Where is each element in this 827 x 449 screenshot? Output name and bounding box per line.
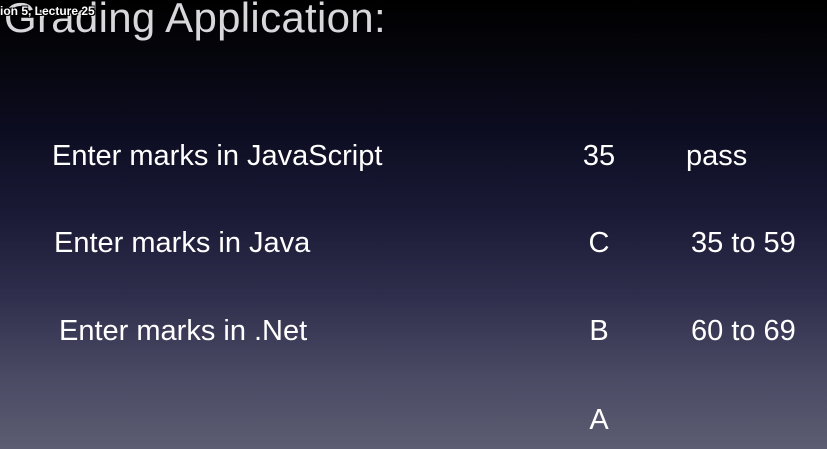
row-2-value: C (588, 227, 610, 259)
row-1-value: 35 (582, 140, 616, 172)
lecture-label: ion 5, Lecture 25 (0, 4, 95, 18)
row-1-label: Enter marks in JavaScript (52, 140, 383, 172)
row-1-grade: pass (686, 140, 748, 172)
row-3-label: Enter marks in .Net (59, 315, 308, 347)
row-3-value: B (589, 315, 609, 347)
row-2-label: Enter marks in Java (54, 227, 311, 259)
row-3-grade: 60 to 69 (691, 315, 796, 347)
row-2-grade: 35 to 59 (691, 227, 796, 259)
row-4-value: A (589, 404, 609, 436)
